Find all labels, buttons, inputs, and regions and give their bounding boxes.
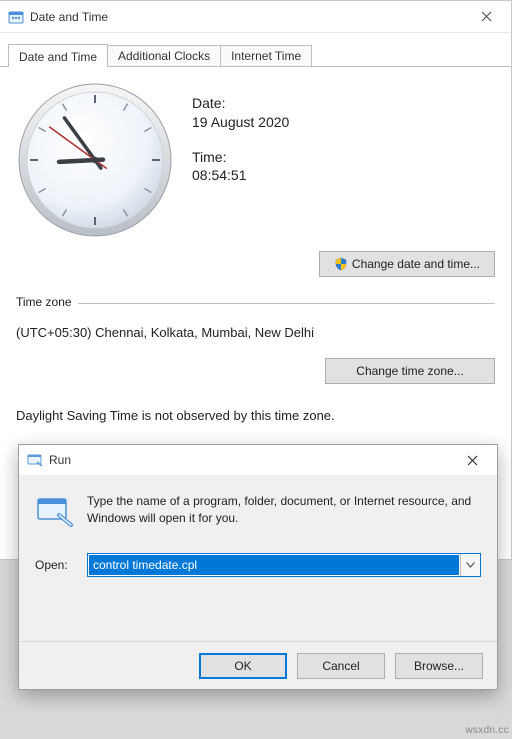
window-title: Date and Time [30, 10, 108, 24]
title-bar[interactable]: Date and Time [0, 1, 511, 33]
run-message: Type the name of a program, folder, docu… [87, 493, 481, 528]
tab-additional-clocks[interactable]: Additional Clocks [107, 45, 221, 66]
run-title-bar[interactable]: Run [19, 445, 497, 475]
dst-text: Daylight Saving Time is not observed by … [16, 408, 495, 423]
date-value: 19 August 2020 [192, 114, 495, 131]
run-icon-small [27, 452, 43, 468]
watermark: wsxdn.cc [465, 725, 509, 736]
cancel-button[interactable]: Cancel [297, 653, 385, 679]
ok-button[interactable]: OK [199, 653, 287, 679]
tab-date-and-time[interactable]: Date and Time [8, 44, 108, 67]
date-label: Date: [192, 95, 495, 112]
open-input[interactable] [89, 555, 459, 575]
timezone-group-label: Time zone [16, 295, 78, 309]
analog-clock [16, 81, 174, 239]
change-date-time-label: Change date and time... [352, 257, 480, 271]
shield-icon [334, 257, 348, 271]
chevron-down-icon[interactable] [460, 554, 480, 576]
run-close-button[interactable] [451, 447, 493, 473]
change-timezone-label: Change time zone... [356, 364, 463, 378]
app-icon [8, 9, 24, 25]
run-dialog: Run Type the name of a program, folder, … [18, 444, 498, 690]
open-combobox[interactable] [87, 553, 481, 577]
change-date-time-button[interactable]: Change date and time... [319, 251, 495, 277]
open-label: Open: [35, 558, 75, 572]
close-button[interactable] [467, 4, 505, 30]
timezone-value: (UTC+05:30) Chennai, Kolkata, Mumbai, Ne… [16, 325, 495, 340]
tab-internet-time[interactable]: Internet Time [220, 45, 312, 66]
browse-button[interactable]: Browse... [395, 653, 483, 679]
run-title: Run [49, 453, 71, 467]
change-timezone-button[interactable]: Change time zone... [325, 358, 495, 384]
time-value: 08:54:51 [192, 167, 495, 184]
time-label: Time: [192, 149, 495, 166]
run-app-icon [35, 493, 73, 531]
tab-bar: Date and Time Additional Clocks Internet… [0, 33, 511, 67]
